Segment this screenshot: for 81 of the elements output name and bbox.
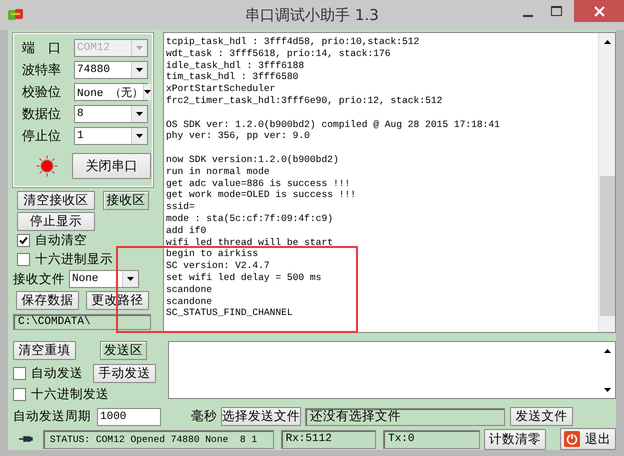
- log-line: SC version: V2.4.7: [166, 260, 271, 272]
- choose-file-button[interactable]: 选择发送文件: [221, 407, 301, 426]
- field-label: 波特率: [22, 62, 62, 79]
- log-line: mode : sta(5c:cf:7f:09:4f:c9): [166, 212, 334, 225]
- path-field: C:\COMDATA\: [13, 314, 151, 330]
- field-label: 端 口: [22, 40, 62, 57]
- send-text-area[interactable]: [168, 341, 616, 399]
- log-line: wdt_task : 3fff5618, prio:14, stack:176: [166, 48, 392, 60]
- dropdown[interactable]: 8: [74, 105, 148, 123]
- rx-count-field: Rx:5112: [280, 430, 376, 448]
- period-field[interactable]: 1000: [97, 408, 161, 426]
- dropdown[interactable]: None: [69, 270, 139, 288]
- log-line: begin to airkiss: [166, 248, 260, 260]
- log-line: frc2_timer_task_hdl:3fff6e90, prio:12, stack:512: [166, 94, 444, 107]
- log-line: OS SDK ver: 1.2.0(b900bd2) compiled @ Aug 28 2015 17:18:41: [166, 118, 501, 130]
- dropdown[interactable]: 74880: [74, 61, 148, 79]
- unit-label: 毫秒: [191, 408, 217, 425]
- checkbox[interactable]: [13, 388, 26, 401]
- field-label: 停止位: [22, 128, 62, 145]
- scroll-up-icon: [604, 40, 610, 44]
- close-icon: [594, 6, 604, 16]
- log-line: tim_task_hdl : 3fff6580: [166, 71, 300, 84]
- log-line: wifi led thread will be start: [166, 236, 334, 248]
- save-data-button[interactable]: 保存数据: [16, 291, 79, 310]
- pin-icon: [18, 434, 33, 444]
- file-status-field: 还没有选择文件: [305, 408, 505, 426]
- scroll-down-icon: [604, 388, 610, 392]
- log-line: run in normal mode: [166, 166, 271, 178]
- dropdown-arrow-icon: [136, 68, 143, 72]
- change-path-button[interactable]: 更改路径: [86, 291, 149, 310]
- clear-send-button[interactable]: 清空重填: [13, 341, 76, 360]
- section-label: 发送区: [100, 341, 147, 360]
- checkbox-label[interactable]: 自动发送: [31, 365, 83, 382]
- scrollbar[interactable]: [598, 33, 615, 332]
- dropdown[interactable]: None （无）: [74, 83, 148, 101]
- scroll-up-icon: [604, 348, 610, 352]
- send-file-button[interactable]: 发送文件: [510, 407, 573, 426]
- log-line: now SDK version:1.2.0(b900bd2): [166, 154, 340, 166]
- log-line: tcpip_task_hdl : 3fff4d58, prio:10,stack:512: [166, 36, 420, 48]
- log-line: SC_STATUS_FIND_CHANNEL: [166, 307, 294, 320]
- app-icon: [8, 8, 24, 22]
- log-line: scandone: [166, 296, 214, 308]
- log-line: get work mode=OLED is success !!!: [166, 189, 357, 202]
- power-icon: [564, 431, 580, 447]
- maximize-icon: [550, 6, 562, 16]
- checkbox[interactable]: [13, 367, 26, 380]
- field-label: 数据位: [22, 106, 62, 123]
- log-line: add if0: [166, 224, 208, 237]
- reset-count-button[interactable]: 计数清零: [484, 428, 546, 450]
- checkbox-label[interactable]: 自动清空: [35, 232, 87, 249]
- tx-count-field: Tx:0: [383, 430, 480, 448]
- log-line: xPortStartScheduler: [166, 83, 276, 95]
- stop-display-button[interactable]: 停止显示: [17, 212, 95, 231]
- close-button[interactable]: [574, 0, 624, 22]
- dropdown-arrow-icon: [136, 46, 143, 50]
- window-title: 串口调试小助手 1.3: [245, 6, 379, 25]
- dropdown[interactable]: 1: [74, 127, 148, 145]
- log-line: ssid=: [166, 201, 196, 213]
- exit-button[interactable]: 退出: [560, 428, 616, 450]
- checkbox[interactable]: [17, 253, 30, 266]
- dropdown-arrow-icon: [127, 277, 134, 281]
- log-line: set wifi led delay = 500 ms: [166, 272, 322, 284]
- log-line: idle_task_hdl : 3fff6188: [166, 60, 306, 72]
- section-label: 接收区: [103, 191, 149, 210]
- toggle-port-button[interactable]: 关闭串口: [72, 153, 151, 179]
- dropdown-arrow-icon: [144, 90, 152, 94]
- field-label: 接收文件: [13, 270, 65, 288]
- minimize-icon: [523, 15, 533, 17]
- log-line: scandone: [166, 284, 214, 296]
- dropdown-arrow-icon: [136, 134, 143, 138]
- clear-receive-button[interactable]: 清空接收区: [17, 191, 95, 210]
- dropdown-arrow-icon: [136, 112, 143, 116]
- field-label: 校验位: [22, 84, 62, 101]
- checkbox[interactable]: [17, 234, 30, 247]
- field-label: 自动发送周期: [13, 408, 91, 425]
- manual-send-button[interactable]: 手动发送: [93, 364, 156, 383]
- checkbox-label[interactable]: 十六进制发送: [31, 386, 109, 403]
- status-field: STATUS: COM12 Opened 74880 None 8 1: [42, 430, 274, 448]
- checkbox-label[interactable]: 十六进制显示: [35, 251, 113, 268]
- log-line: get adc value=886 is success !!!: [166, 178, 352, 190]
- log-line: phy ver: 356, pp ver: 9.0: [166, 130, 311, 142]
